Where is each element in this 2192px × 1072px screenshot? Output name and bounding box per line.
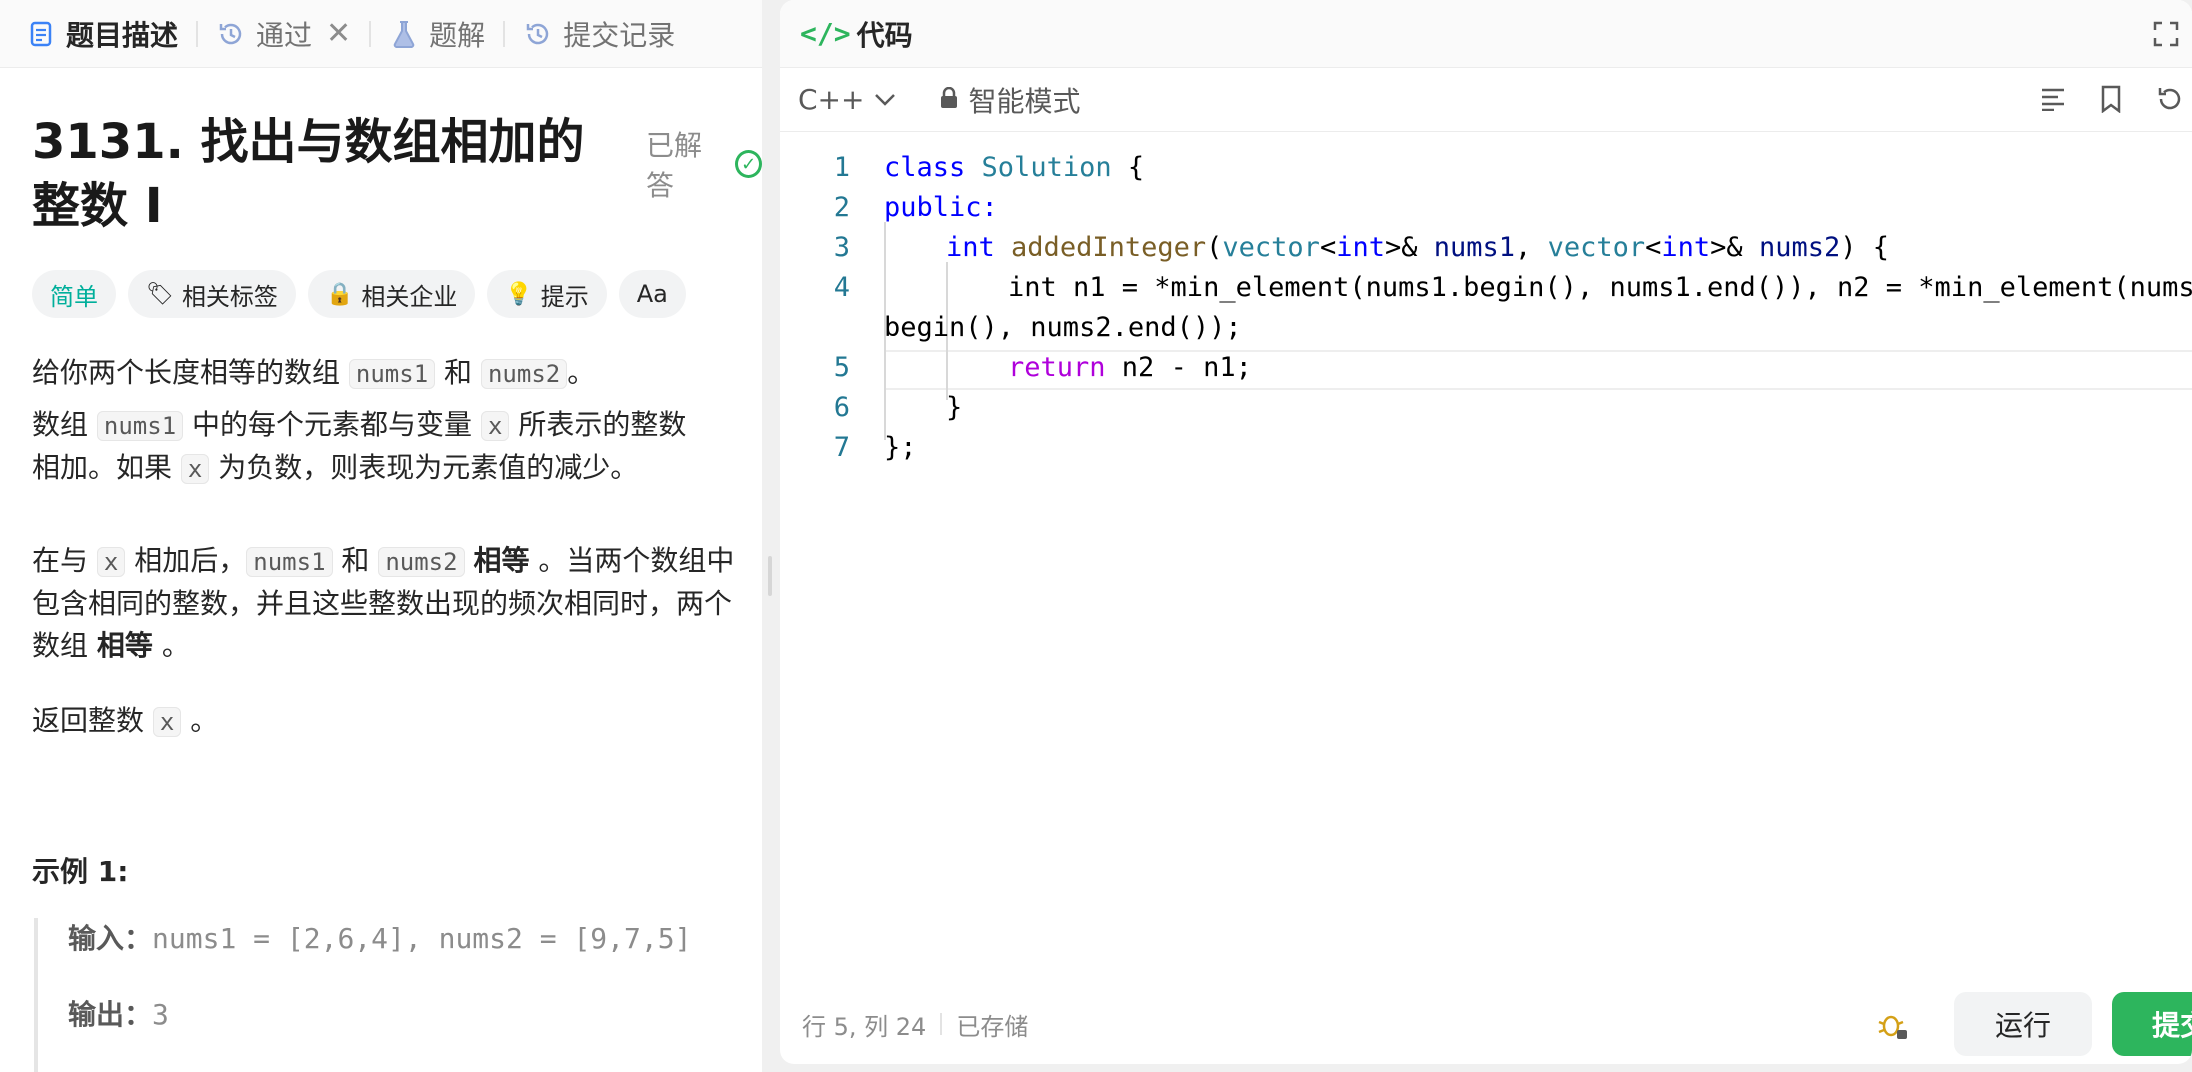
line-number: 1 [833,152,850,183]
close-icon[interactable]: ✕ [326,16,351,51]
fullscreen-icon[interactable] [2152,20,2180,48]
related-topics-button[interactable]: 🏷 相关标签 [128,270,296,318]
save-status: 已存储 [956,1012,1029,1041]
example-block: 输入：nums1 = [2,6,4], nums2 = [9,7,5] 输出：3 [34,918,734,1072]
tab-separator [196,20,199,47]
tab-solutions[interactable]: 题解 [389,0,485,68]
problem-title: 3131. 找出与数组相加的整数 I [32,114,585,234]
description-paragraph: 数组 nums1 中的每个元素都与变量 x 所表示的整数相加。如果 x 为负数，… [32,408,687,484]
hint-button[interactable]: 💡 提示 [487,270,607,318]
tab-submissions[interactable]: 提交记录 [523,0,675,68]
code-line: class Solution { [884,152,1145,183]
description-paragraph: 返回整数 x 。 [32,704,219,737]
tag-icon: 🏷 [146,281,174,307]
tab-solutions-label: 题解 [429,18,486,52]
code-line-wrapped: begin(), nums2.end()); [884,312,1242,343]
format-icon[interactable] [2038,84,2068,114]
example-input: 输入：nums1 = [2,6,4], nums2 = [9,7,5] [68,922,692,955]
code-panel: </> 代码 C++ 智能模式 1 2 3 4 5 6 7 class Solu… [780,0,2192,1064]
indent-guide [946,262,948,360]
smart-mode-toggle[interactable]: 智能模式 [940,80,1081,120]
code-panel-title: 代码 [856,18,913,52]
debug-icon[interactable] [1876,1008,1912,1044]
problem-tags: 简单 🏷 相关标签 🔒 相关企业 💡 提示 Aa [32,270,686,318]
tab-accepted[interactable]: 通过 ✕ [216,0,351,68]
run-button[interactable]: 运行 [1954,992,2092,1056]
indent-guide [884,360,886,440]
description-paragraph: 给你两个长度相等的数组 nums1 和 nums2。 [32,356,596,389]
lock-icon [940,83,958,116]
tab-separator [369,20,372,47]
status-separator [940,1013,943,1035]
description-icon [26,19,56,49]
code-line: return n2 - n1; [1008,352,1252,383]
difficulty-badge: 简单 [32,270,116,318]
lightbulb-icon: 💡 [505,281,533,307]
tab-submissions-label: 提交记录 [563,18,676,52]
line-number: 5 [833,352,850,383]
related-companies-button[interactable]: 🔒 相关企业 [307,270,476,318]
panel-divider [762,0,780,1072]
line-number: 3 [833,232,850,263]
cursor-position: 行 5, 列 24 [802,1012,927,1041]
line-number: 6 [833,392,850,423]
translate-icon: Aa [636,280,668,308]
tab-separator [503,20,506,47]
history-icon [523,19,553,49]
code-line: public: [884,192,998,223]
code-icon: </> [800,17,851,50]
code-panel-header: </> 代码 [780,0,2192,68]
line-number: 4 [833,272,850,303]
code-line: } [946,392,963,423]
tab-accepted-label: 通过 [256,18,313,52]
problem-panel: 题目描述 通过 ✕ 题解 提交记录 3131. 找出与数组相加的整数 I 已解答… [0,0,762,1072]
left-tab-bar: 题目描述 通过 ✕ 题解 提交记录 [0,0,762,68]
tab-description-label: 题目描述 [66,18,179,52]
history-icon [216,19,246,49]
example-output: 输出：3 [68,998,169,1031]
check-circle-icon: ✓ [735,150,762,178]
description-paragraph: 在与 x 相加后， nums1 和 nums2 相等 。当两个数组中包含相同的整数… [32,544,735,662]
chevron-down-icon [874,88,896,112]
code-editor[interactable]: 1 2 3 4 5 6 7 class Solution { public: i… [780,134,2192,994]
example-title: 示例 1: [32,855,129,888]
editor-toolbar: C++ 智能模式 [780,68,2192,132]
line-number: 7 [833,432,850,463]
translate-button[interactable]: Aa [618,270,686,318]
code-line: }; [884,432,917,463]
bookmark-icon[interactable] [2096,84,2126,114]
language-select[interactable]: C++ [798,83,896,116]
resize-handle[interactable] [768,556,772,596]
solved-status: 已解答 ✓ [646,124,762,204]
code-line: int addedInteger(vector<int>& nums1, vec… [946,232,1889,263]
line-number: 2 [833,192,850,223]
solved-label: 已解答 [646,129,703,202]
submit-button[interactable]: 提交 [2112,992,2192,1056]
lock-icon: 🔒 [325,281,354,307]
reset-icon[interactable] [2154,84,2184,114]
code-line: int n1 = *min_element(nums1.begin(), num… [1008,272,2192,303]
editor-actions [2038,84,2184,114]
flask-icon [389,19,419,49]
tab-description[interactable]: 题目描述 [26,0,178,68]
